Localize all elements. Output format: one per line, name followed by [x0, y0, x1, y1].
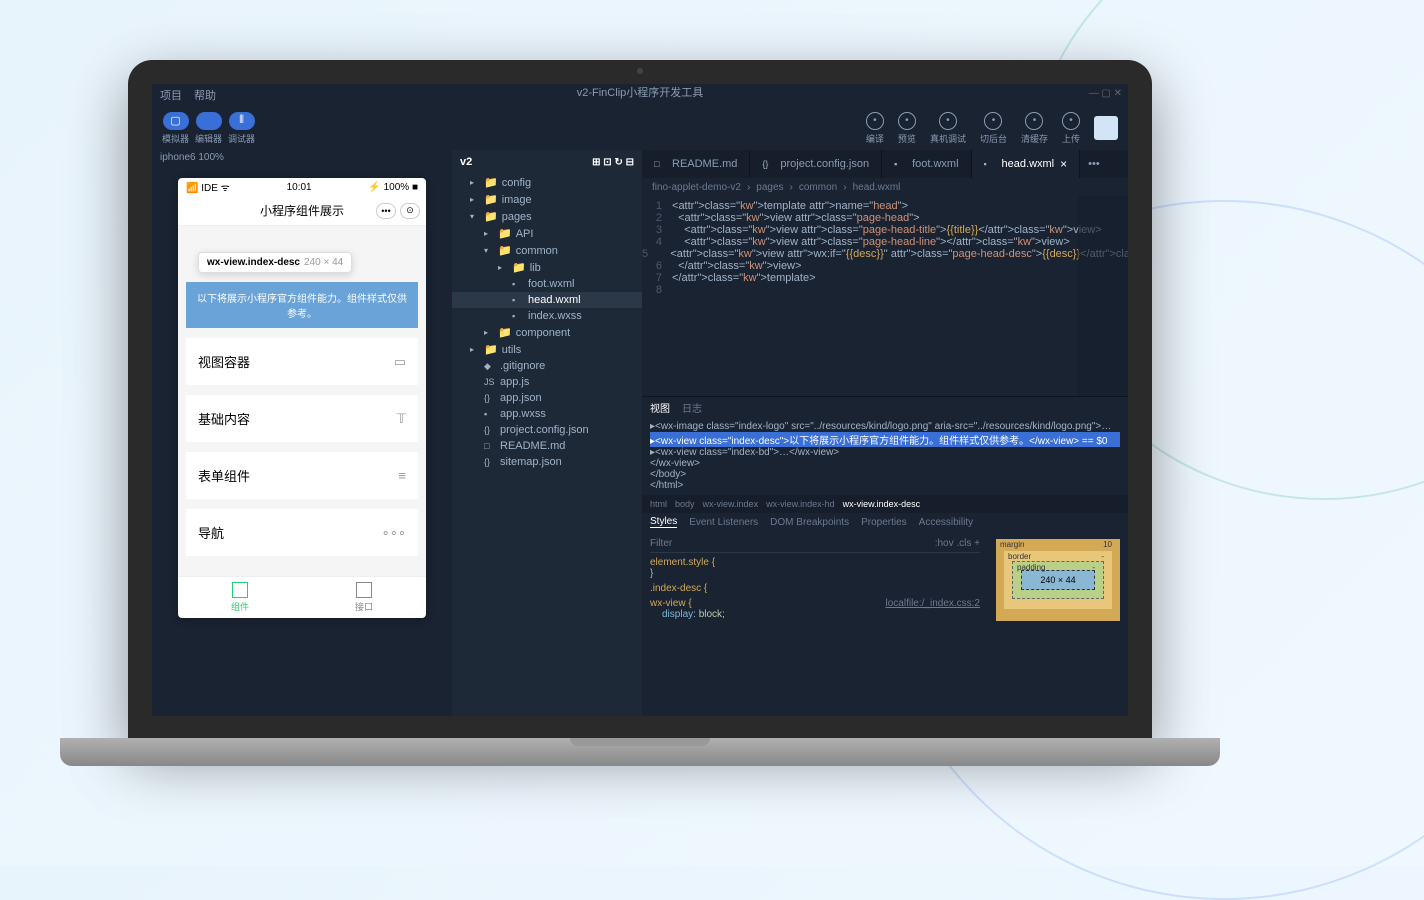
- devtools-dom-node[interactable]: </wx-view>: [650, 458, 1120, 469]
- phone-nav-title: 小程序组件展示: [260, 202, 344, 219]
- tree-file[interactable]: ▪head.wxml: [452, 292, 642, 308]
- toolbar: ▢模拟器编辑器⫴调试器 •编译 •预览 •真机调试 •切后台 •清缓存 •上传: [152, 106, 1128, 150]
- devtools-crumb[interactable]: body: [675, 499, 695, 509]
- editor-tab[interactable]: □README.md: [642, 150, 750, 178]
- toolbar-action-button[interactable]: •预览: [898, 112, 916, 145]
- explorer-action-icons[interactable]: ⊞ ⊡ ↻ ⊟: [592, 157, 634, 168]
- devtools-crumb[interactable]: wx-view.index-hd: [766, 499, 835, 509]
- editor-tab[interactable]: ▪foot.wxml: [882, 150, 971, 178]
- box-model[interactable]: margin 10 border - padding - 240 × 4: [988, 531, 1128, 716]
- tree-folder[interactable]: ▾📁common: [452, 242, 642, 259]
- highlighted-element[interactable]: 以下将展示小程序官方组件能力。组件样式仅供参考。: [186, 282, 418, 328]
- devtools-dom-node[interactable]: </body>: [650, 469, 1120, 480]
- simulator-list-item[interactable]: 表单组件≡: [186, 452, 418, 499]
- simulator-list-item[interactable]: 导航∘∘∘: [186, 509, 418, 556]
- code-editor[interactable]: 1<attr">class="kw">template attr">name="…: [642, 196, 1128, 396]
- editor-tab[interactable]: {}project.config.json: [750, 150, 882, 178]
- tree-file[interactable]: □README.md: [452, 438, 642, 454]
- menu-help[interactable]: 帮助: [194, 87, 216, 103]
- laptop-mockup: v2-FinClip小程序开发工具 — ▢ ✕ 项目 帮助 ▢模拟器编辑器⫴调试…: [60, 60, 1220, 780]
- status-time: 10:01: [287, 182, 312, 193]
- toolbar-action-button[interactable]: •切后台: [980, 112, 1007, 145]
- toolbar-action-button[interactable]: •上传: [1062, 112, 1080, 145]
- editor-breadcrumb[interactable]: fino-applet-demo-v2 › pages › common › h…: [642, 178, 1128, 196]
- devtools-panel-tab[interactable]: Event Listeners: [689, 517, 758, 528]
- phone-tabbar-item[interactable]: 接口: [302, 577, 426, 618]
- devtools-crumb[interactable]: html: [650, 499, 667, 509]
- devtools-breadcrumb[interactable]: html body wx-view.index wx-view.index-hd wx-…: [642, 495, 1128, 513]
- window-controls[interactable]: — ▢ ✕: [1089, 88, 1122, 99]
- editor-area: □README.md{}project.config.json▪foot.wxm…: [642, 150, 1128, 716]
- close-icon[interactable]: ×: [1060, 157, 1067, 171]
- phone-tabbar-item[interactable]: 组件: [178, 577, 302, 618]
- tree-folder[interactable]: ▸📁component: [452, 324, 642, 341]
- tree-folder[interactable]: ▸📁image: [452, 191, 642, 208]
- devtools-dom-node[interactable]: </html>: [650, 480, 1120, 491]
- devtools-dom-node[interactable]: ▸<wx-view class="index-bd">…</wx-view>: [650, 447, 1120, 458]
- toolbar-action-button[interactable]: •清缓存: [1021, 112, 1048, 145]
- simulator-device-label[interactable]: iphone6 100%: [152, 150, 452, 170]
- file-explorer: v2 ⊞ ⊡ ↻ ⊟ ▸📁config▸📁image▾📁pages▸📁API▾📁…: [452, 150, 642, 716]
- tree-file[interactable]: ▪app.wxss: [452, 406, 642, 422]
- devtools-styles-toggles[interactable]: :hov .cls +: [935, 538, 980, 549]
- simulator-list-item[interactable]: 基础内容𝕋: [186, 395, 418, 442]
- tree-file[interactable]: {}app.json: [452, 390, 642, 406]
- devtools-css-rule[interactable]: wx-view {localfile:/_index.css:2display:…: [650, 598, 980, 620]
- window-title: v2-FinClip小程序开发工具: [577, 84, 704, 100]
- tree-folder[interactable]: ▸📁config: [452, 174, 642, 191]
- toolbar-mode-button[interactable]: ▢模拟器: [162, 112, 189, 145]
- devtools-dom-node[interactable]: ▸<wx-view class="index-desc">以下将展示小程序官方组…: [650, 432, 1120, 447]
- devtools-crumb[interactable]: wx-view.index: [703, 499, 759, 509]
- devtools-css-rule[interactable]: .index-desc {</span></div><div class="dt…: [650, 583, 980, 594]
- devtools-top-tab[interactable]: 视图: [650, 400, 670, 415]
- tree-file[interactable]: ▪foot.wxml: [452, 276, 642, 292]
- tree-file[interactable]: JSapp.js: [452, 374, 642, 390]
- devtools-panel-tab[interactable]: Properties: [861, 517, 907, 528]
- simulator-panel: iphone6 100% 📶 IDE ᯤ 10:01 ⚡ 100% ■ 小程序组…: [152, 150, 452, 716]
- devtools-top-tab[interactable]: 日志: [682, 400, 702, 415]
- simulator-list-item[interactable]: 视图容器▭: [186, 338, 418, 385]
- phone-nav-close-button[interactable]: ⊙: [400, 203, 420, 219]
- devtools-styles-filter[interactable]: Filter: [650, 538, 672, 549]
- tabs-overflow-button[interactable]: •••: [1080, 158, 1108, 170]
- toolbar-action-button[interactable]: •真机调试: [930, 112, 966, 145]
- tree-folder[interactable]: ▸📁utils: [452, 341, 642, 358]
- phone-nav-menu-button[interactable]: •••: [376, 203, 396, 219]
- tree-file[interactable]: {}sitemap.json: [452, 454, 642, 470]
- devtools-panel-tab[interactable]: DOM Breakpoints: [770, 517, 849, 528]
- devtools-dom-tree[interactable]: ▸<wx-image class="index-logo" src="../re…: [642, 417, 1128, 495]
- phone-frame: 📶 IDE ᯤ 10:01 ⚡ 100% ■ 小程序组件展示 ••• ⊙: [178, 178, 426, 618]
- avatar[interactable]: [1094, 116, 1118, 140]
- tree-file[interactable]: {}project.config.json: [452, 422, 642, 438]
- menu-project[interactable]: 项目: [160, 87, 182, 103]
- tree-file[interactable]: ◆.gitignore: [452, 358, 642, 374]
- tree-folder[interactable]: ▸📁API: [452, 225, 642, 242]
- devtools-css-rule[interactable]: element.style {}: [650, 557, 980, 579]
- editor-tab[interactable]: ▪head.wxml×: [972, 150, 1081, 178]
- minimap[interactable]: [1078, 196, 1128, 396]
- toolbar-mode-button[interactable]: 编辑器: [195, 112, 222, 145]
- devtools-panel-tab[interactable]: Styles: [650, 516, 677, 528]
- tree-folder[interactable]: ▾📁pages: [452, 208, 642, 225]
- tree-file[interactable]: ▪index.wxss: [452, 308, 642, 324]
- devtools: 视图日志 ▸<wx-image class="index-logo" src="…: [642, 396, 1128, 716]
- tree-folder[interactable]: ▸📁lib: [452, 259, 642, 276]
- devtools-panel-tab[interactable]: Accessibility: [919, 517, 973, 528]
- element-tooltip: wx-view.index-desc240 × 44: [198, 252, 352, 273]
- explorer-root-label[interactable]: v2: [460, 156, 472, 168]
- devtools-dom-node[interactable]: ▸<wx-image class="index-logo" src="../re…: [650, 421, 1120, 432]
- toolbar-mode-button[interactable]: ⫴调试器: [228, 112, 255, 145]
- status-battery: ⚡ 100% ■: [368, 182, 418, 193]
- status-signal: 📶 IDE ᯤ: [186, 180, 230, 194]
- toolbar-action-button[interactable]: •编译: [866, 112, 884, 145]
- ide-root: 项目 帮助 ▢模拟器编辑器⫴调试器 •编译 •预览 •真机调试 •切后台 •清缓存 •上传…: [152, 84, 1128, 716]
- devtools-crumb[interactable]: wx-view.index-desc: [843, 499, 921, 509]
